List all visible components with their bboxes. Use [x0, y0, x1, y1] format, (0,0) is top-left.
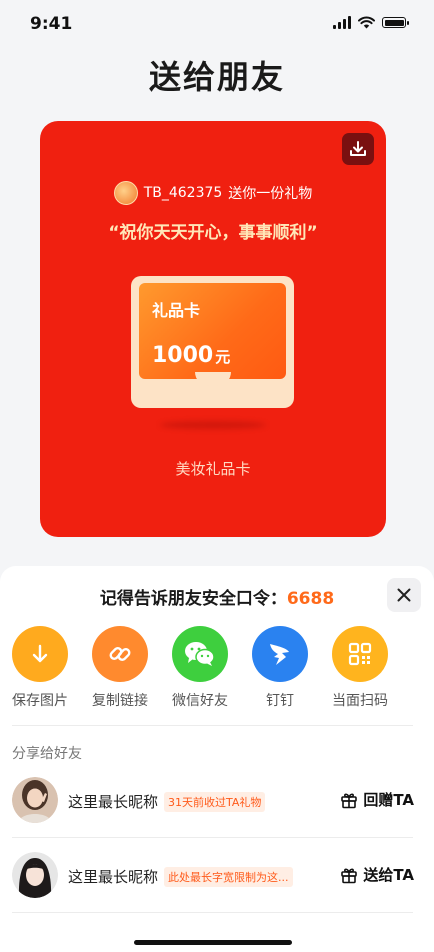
download-icon — [32, 644, 48, 663]
share-save-image[interactable]: 保存图片 — [0, 626, 80, 710]
friend-name: 这里最长昵称 — [68, 793, 159, 811]
home-indicator[interactable] — [134, 940, 292, 945]
friend-row: 这里最长昵称 31天前收过TA礼物 回赠TA — [0, 767, 434, 831]
share-copy-link[interactable]: 复制链接 — [80, 626, 160, 710]
share-dingtalk[interactable]: 钉钉 — [240, 626, 320, 710]
cellular-signal-icon — [333, 16, 351, 29]
share-copy-link-circle — [92, 626, 148, 682]
divider — [12, 725, 413, 726]
link-icon — [109, 647, 131, 661]
status-icons — [333, 16, 409, 29]
share-wechat[interactable]: 微信好友 — [160, 626, 240, 710]
download-button[interactable] — [342, 133, 374, 165]
return-gift-label: 回赠TA — [363, 791, 414, 809]
divider — [12, 837, 413, 838]
share-wechat-label: 微信好友 — [172, 693, 228, 709]
wish-text: “祝你天天开心，事事顺利” — [108, 223, 318, 243]
battery-icon — [382, 17, 409, 28]
close-button[interactable] — [387, 578, 421, 612]
share-wechat-circle — [172, 626, 228, 682]
password-code: 6688 — [286, 589, 335, 609]
friend-row: 这里最长昵称 此处最长字宽限制为这... 送给TA — [0, 842, 434, 906]
wechat-icon — [185, 642, 215, 666]
share-qrcode-label: 当面扫码 — [332, 693, 388, 709]
gift-card-label: 礼品卡 — [152, 301, 201, 320]
password-label: 记得告诉朋友安全口令： — [99, 589, 287, 609]
sender-action: 送你一份礼物 — [228, 186, 313, 202]
send-gift-label: 送给TA — [363, 866, 414, 884]
page-title: 送给朋友 — [148, 58, 285, 96]
download-icon — [350, 141, 366, 156]
status-bar: 9:41 — [0, 0, 434, 48]
share-copy-link-label: 复制链接 — [92, 693, 148, 709]
friend-avatar — [12, 777, 58, 823]
status-time: 9:41 — [30, 14, 73, 34]
qrcode-icon — [348, 642, 372, 666]
friend-avatar — [12, 852, 58, 898]
sender-line: TB_462375 送你一份礼物 — [40, 181, 386, 205]
gift-card-shadow — [160, 421, 266, 429]
divider — [12, 912, 413, 913]
dingtalk-icon — [270, 644, 289, 665]
share-qrcode-circle — [332, 626, 388, 682]
share-save-image-circle — [12, 626, 68, 682]
return-gift-button[interactable]: 回赠TA — [340, 789, 414, 810]
sender-name: TB_462375 — [143, 185, 223, 201]
gift-icon — [341, 792, 358, 808]
gift-card-name: 美妆礼品卡 — [175, 460, 251, 478]
gift-icon — [341, 867, 358, 883]
friend-name: 这里最长昵称 — [68, 868, 159, 886]
send-gift-button[interactable]: 送给TA — [340, 864, 414, 885]
section-title: 分享给好友 — [12, 746, 82, 762]
sender-avatar — [113, 181, 138, 205]
share-qrcode[interactable]: 当面扫码 — [320, 626, 400, 710]
password-line: 记得告诉朋友安全口令：6688 — [0, 584, 434, 609]
share-dingtalk-label: 钉钉 — [266, 693, 294, 709]
gift-card-illustration: 礼品卡 1000 元 — [131, 276, 294, 408]
share-sheet: 记得告诉朋友安全口令：6688 保存图片 复制链接 微信好友 钉钉 当面扫码 分… — [0, 566, 434, 952]
share-options: 保存图片 复制链接 微信好友 钉钉 当面扫码 — [0, 626, 434, 712]
share-save-image-label: 保存图片 — [12, 693, 68, 709]
gift-card-notch — [195, 372, 231, 386]
gift-card-poster: TB_462375 送你一份礼物 “祝你天天开心，事事顺利” 礼品卡 1000 元… — [40, 121, 386, 537]
friend-tag: 31天前收过TA礼物 — [164, 792, 266, 812]
wifi-icon — [358, 16, 375, 29]
share-dingtalk-circle — [252, 626, 308, 682]
gift-card-face: 礼品卡 1000 元 — [139, 283, 286, 379]
gift-card-amount: 1000 元 — [152, 343, 231, 368]
close-icon — [397, 588, 411, 602]
friend-tag: 此处最长字宽限制为这... — [164, 867, 293, 887]
